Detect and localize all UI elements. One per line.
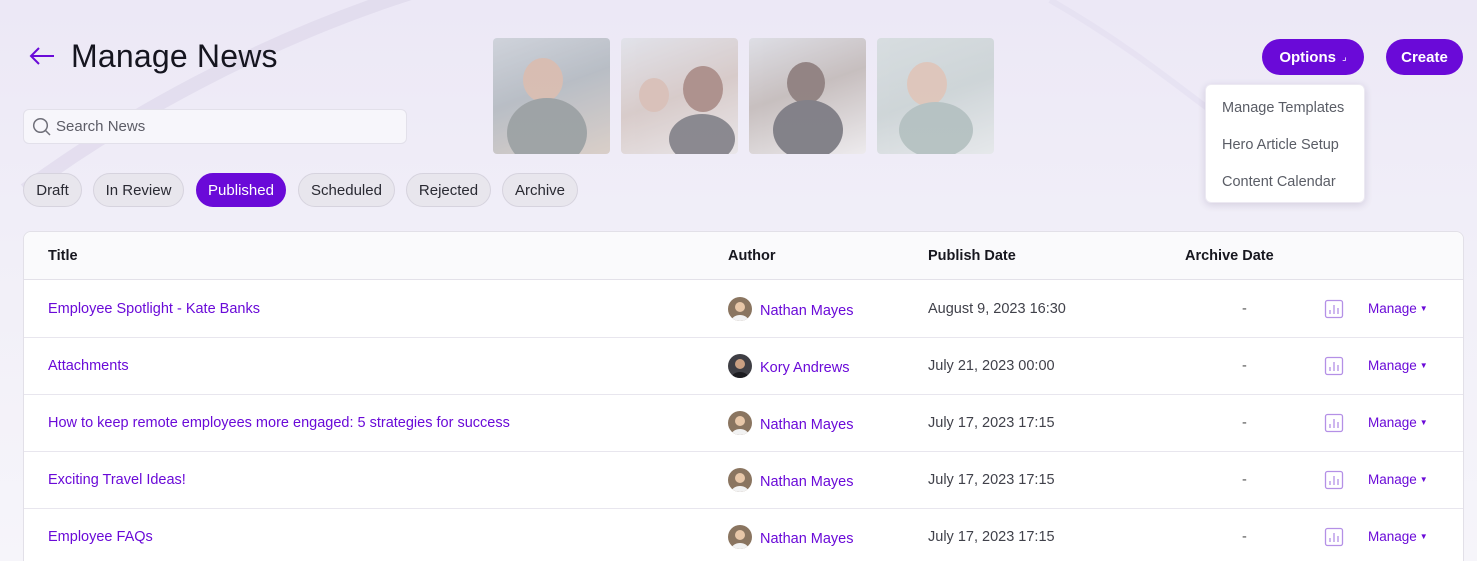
author-link[interactable]: Nathan Mayes (760, 417, 854, 433)
news-table: Title Author Publish Date Archive Date E… (23, 231, 1464, 561)
table-row: How to keep remote employees more engage… (24, 395, 1463, 452)
caret-down-icon: ▼ (1419, 475, 1428, 484)
bar-chart-icon[interactable] (1324, 299, 1344, 319)
publish-date: August 9, 2023 16:30 (928, 301, 1066, 317)
archive-date: - (1242, 472, 1247, 488)
create-button[interactable]: Create (1386, 39, 1463, 75)
table-row: Employee Spotlight - Kate Banks Nathan M… (24, 281, 1463, 338)
publish-date: July 21, 2023 00:00 (928, 358, 1055, 374)
bar-chart-icon[interactable] (1324, 356, 1344, 376)
bar-chart-icon[interactable] (1324, 527, 1344, 547)
hero-photo-man-laptop (493, 38, 610, 154)
manage-dropdown[interactable]: Manage ▼ (1368, 301, 1428, 316)
create-button-label: Create (1401, 48, 1448, 66)
tab-archive[interactable]: Archive (502, 173, 578, 207)
publish-date: July 17, 2023 17:15 (928, 529, 1055, 545)
avatar (728, 354, 752, 378)
options-dropdown-menu: Manage Templates Hero Article Setup Cont… (1205, 84, 1365, 203)
archive-date: - (1242, 415, 1247, 431)
column-header-title[interactable]: Title (48, 248, 78, 264)
chevron-down-icon: ⌟ (1341, 51, 1347, 63)
archive-date: - (1242, 358, 1247, 374)
author-link[interactable]: Nathan Mayes (760, 303, 854, 319)
avatar (728, 525, 752, 549)
hero-photo-woman-headset (877, 38, 994, 154)
menu-item-hero-article-setup[interactable]: Hero Article Setup (1222, 137, 1339, 153)
tab-in-review[interactable]: In Review (93, 173, 184, 207)
back-button[interactable] (28, 42, 58, 70)
article-title-link[interactable]: Attachments (48, 358, 129, 374)
bar-chart-icon[interactable] (1324, 470, 1344, 490)
author-link[interactable]: Kory Andrews (760, 360, 849, 376)
arrow-left-icon (29, 47, 54, 65)
column-header-publish-date[interactable]: Publish Date (928, 248, 1016, 264)
options-button-label: Options (1279, 48, 1336, 66)
manage-dropdown[interactable]: Manage ▼ (1368, 529, 1428, 544)
article-title-link[interactable]: Employee FAQs (48, 529, 153, 545)
menu-item-content-calendar[interactable]: Content Calendar (1222, 174, 1336, 190)
hero-photo-woman-writing (749, 38, 866, 154)
manage-label: Manage (1368, 301, 1417, 316)
search-input[interactable] (56, 110, 401, 143)
tab-scheduled[interactable]: Scheduled (298, 173, 395, 207)
search-icon (32, 117, 51, 136)
manage-dropdown[interactable]: Manage ▼ (1368, 415, 1428, 430)
table-row: Employee FAQs Nathan Mayes July 17, 2023… (24, 509, 1463, 561)
archive-date: - (1242, 529, 1247, 545)
archive-date: - (1242, 301, 1247, 317)
manage-dropdown[interactable]: Manage ▼ (1368, 472, 1428, 487)
manage-label: Manage (1368, 529, 1417, 544)
menu-item-manage-templates[interactable]: Manage Templates (1222, 100, 1344, 116)
avatar (728, 297, 752, 321)
article-title-link[interactable]: Exciting Travel Ideas! (48, 472, 186, 488)
article-title-link[interactable]: How to keep remote employees more engage… (48, 415, 510, 431)
publish-date: July 17, 2023 17:15 (928, 472, 1055, 488)
caret-down-icon: ▼ (1419, 304, 1428, 313)
table-row: Exciting Travel Ideas! Nathan Mayes July… (24, 452, 1463, 509)
hero-photo-women-laughing (621, 38, 738, 154)
tab-published[interactable]: Published (196, 173, 286, 207)
table-row: Attachments Kory Andrews July 21, 2023 0… (24, 338, 1463, 395)
column-header-author[interactable]: Author (728, 248, 776, 264)
bar-chart-icon[interactable] (1324, 413, 1344, 433)
avatar (728, 468, 752, 492)
search-box[interactable] (23, 109, 407, 144)
caret-down-icon: ▼ (1419, 532, 1428, 541)
author-link[interactable]: Nathan Mayes (760, 474, 854, 490)
manage-label: Manage (1368, 358, 1417, 373)
manage-label: Manage (1368, 415, 1417, 430)
caret-down-icon: ▼ (1419, 361, 1428, 370)
avatar (728, 411, 752, 435)
publish-date: July 17, 2023 17:15 (928, 415, 1055, 431)
tab-draft[interactable]: Draft (23, 173, 82, 207)
column-header-archive-date[interactable]: Archive Date (1185, 248, 1274, 264)
table-header: Title Author Publish Date Archive Date (24, 232, 1463, 280)
options-button[interactable]: Options ⌟ (1262, 39, 1364, 75)
page-title: Manage News (71, 38, 278, 74)
tab-rejected[interactable]: Rejected (406, 173, 491, 207)
caret-down-icon: ▼ (1419, 418, 1428, 427)
manage-label: Manage (1368, 472, 1417, 487)
article-title-link[interactable]: Employee Spotlight - Kate Banks (48, 301, 260, 317)
manage-dropdown[interactable]: Manage ▼ (1368, 358, 1428, 373)
author-link[interactable]: Nathan Mayes (760, 531, 854, 547)
